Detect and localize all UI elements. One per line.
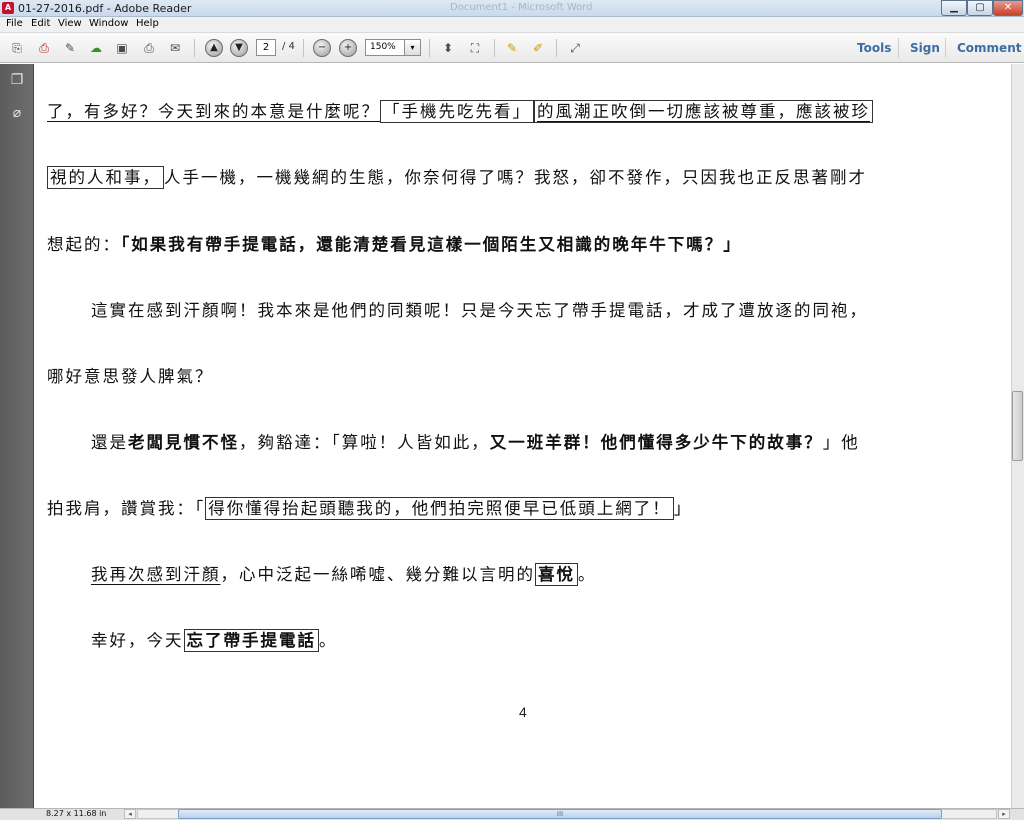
text-segment: 。 — [578, 565, 597, 584]
document-line: 我再次感到汗顏，心中泛起一絲唏噓、幾分難以言明的 喜悅。 — [91, 561, 597, 586]
text-segment: 我再次感到汗顏 — [91, 565, 221, 584]
document-line: 還是老闆見慣不怪，夠豁達：「算啦！人皆如此，又一班羊群！他們懂得多少牛下的故事？… — [91, 429, 860, 453]
text-segment: 」他 — [822, 433, 860, 452]
create-pdf-icon[interactable]: ⎘ — [8, 39, 26, 57]
attachments-icon[interactable]: ⌀ — [9, 104, 25, 122]
pdf-export-icon[interactable]: ⎙ — [35, 39, 53, 57]
fit-page-icon[interactable]: ⬍ — [439, 39, 457, 57]
text-segment: 「如果我有帶手提電話，還能清楚看見這樣一個陌生又相識的晚年牛下嗎？」 — [121, 235, 742, 254]
page-count: / 4 — [282, 41, 295, 52]
text-segment: 哪好意思發人脾氣？ — [47, 367, 214, 386]
text-segment: 拍我肩，讚賞我：「 — [47, 499, 206, 518]
text-segment: 幸好，今天 — [91, 631, 184, 650]
text-segment: 喜悅 — [535, 563, 578, 586]
menu-view[interactable]: View — [58, 18, 82, 29]
fit-width-icon[interactable]: ⛶ — [466, 39, 484, 57]
previous-page-button[interactable]: ▲ — [205, 39, 223, 57]
zoom-dropdown-button[interactable]: ▾ — [405, 39, 421, 56]
email-icon[interactable]: ✉ — [166, 39, 184, 57]
comment-link[interactable]: Comment — [957, 41, 1021, 55]
menu-window[interactable]: Window — [89, 18, 128, 29]
text-segment: 。 — [319, 631, 338, 650]
vertical-scroll-thumb[interactable] — [1012, 391, 1023, 461]
close-button[interactable]: ✕ — [993, 0, 1023, 16]
document-line: 這實在感到汗顏啊！我本來是他們的同類呢！只是今天忘了帶手提電話，才成了遭放逐的同… — [91, 297, 868, 321]
text-segment: 視的人和事， — [47, 166, 164, 189]
text-segment: ，夠豁達：「算啦！人皆如此， — [239, 433, 490, 452]
fullscreen-icon[interactable]: ⤢ — [566, 39, 584, 57]
page-thumbnails-icon[interactable]: ❐ — [9, 71, 25, 89]
toolbar-separator — [945, 38, 946, 58]
sticky-note-icon[interactable]: ✎ — [503, 39, 521, 57]
text-segment: ，心中泛起一絲唏噓、幾分難以言明的 — [220, 565, 535, 584]
toolbar-separator — [429, 39, 430, 57]
document-line: 視的人和事， 人手一機，一機幾網的生態，你奈何得了嗎？我怒，卻不發作，只因我也正反… — [47, 164, 867, 189]
toolbar-separator — [303, 39, 304, 57]
scroll-left-button[interactable]: ◂ — [124, 809, 136, 819]
menu-help[interactable]: Help — [136, 18, 159, 29]
document-line: 拍我肩，讚賞我：「 得你懂得抬起頭聽我的，他們拍完照便早已低頭上網了！」 — [47, 495, 693, 520]
text-segment: 老闆見慣不怪 — [128, 433, 239, 452]
text-segment: 人手一機，一機幾網的生態，你奈何得了嗎？我怒，卻不發作，只因我也正反思著剛才 — [164, 168, 867, 187]
toolbar-separator — [194, 39, 195, 57]
page-size-label: 8.27 x 11.68 in — [46, 809, 107, 818]
zoom-in-button[interactable]: + — [339, 39, 357, 57]
text-segment: 」 — [673, 499, 693, 518]
tools-link[interactable]: Tools — [857, 41, 891, 55]
menu-file[interactable]: File — [6, 18, 23, 29]
save-icon[interactable]: ▣ — [113, 39, 131, 57]
text-segment: 還是 — [91, 433, 128, 452]
highlight-icon[interactable]: ✐ — [529, 39, 547, 57]
text-segment: 了，有多好？今天到來的本意是什麼呢？ — [47, 102, 380, 121]
title-bar: A 01-27-2016.pdf - Adobe Reader Document… — [0, 0, 1024, 17]
maximize-button[interactable]: ▢ — [967, 0, 993, 16]
text-segment: 得你懂得抬起頭聽我的，他們拍完照便早已低頭上網了！ — [205, 497, 674, 520]
document-line: 想起的：「如果我有帶手提電話，還能清楚看見這樣一個陌生又相識的晚年牛下嗎？」 — [47, 231, 742, 255]
zoom-out-button[interactable]: − — [313, 39, 331, 57]
toolbar-separator — [556, 39, 557, 57]
text-segment: 又一班羊群！他們懂得多少牛下的故事？ — [489, 433, 823, 452]
toolbar-separator — [898, 38, 899, 58]
window-title: 01-27-2016.pdf - Adobe Reader — [18, 2, 192, 15]
print-icon[interactable]: ⎙ — [140, 39, 158, 57]
text-segment: 忘了帶手提電話 — [183, 629, 319, 652]
document-line: 了，有多好？今天到來的本意是什麼呢？ 「手機先吃先看」 的風潮正吹倒一切應該被尊重，… — [47, 98, 873, 123]
minimize-button[interactable]: ▁ — [941, 0, 967, 16]
current-page-input[interactable]: 2 — [256, 39, 276, 56]
menu-edit[interactable]: Edit — [31, 18, 50, 29]
edit-icon[interactable]: ✎ — [61, 39, 79, 57]
document-line: 幸好，今天 忘了帶手提電話。 — [91, 627, 338, 652]
toolbar-separator — [494, 39, 495, 57]
text-segment: 「手機先吃先看」 — [380, 100, 534, 123]
next-page-button[interactable]: ▼ — [230, 39, 248, 57]
sign-link[interactable]: Sign — [910, 41, 940, 55]
scroll-right-button[interactable]: ▸ — [998, 809, 1010, 819]
menu-bar: File Edit View Window Help — [0, 17, 1024, 33]
zoom-level-input[interactable]: 150% — [365, 39, 405, 56]
page-number: 4 — [519, 704, 527, 720]
background-window-title: Document1 - Microsoft Word — [450, 2, 593, 13]
horizontal-scroll-thumb[interactable]: III — [178, 809, 942, 819]
upload-cloud-icon[interactable]: ☁ — [87, 39, 105, 57]
text-segment: 想起的： — [47, 235, 121, 254]
adobe-reader-app-icon: A — [2, 2, 14, 14]
document-view: 了，有多好？今天到來的本意是什麼呢？ 「手機先吃先看」 的風潮正吹倒一切應該被尊重，… — [35, 64, 1011, 808]
text-segment: 的風潮正吹倒一切應該被尊重，應該被珍 — [534, 100, 873, 123]
text-segment: 這實在感到汗顏啊！我本來是他們的同類呢！只是今天忘了帶手提電話，才成了遭放逐的同… — [91, 301, 868, 320]
document-line: 哪好意思發人脾氣？ — [47, 363, 214, 387]
navigation-pane: ❐ ⌀ — [0, 64, 34, 808]
